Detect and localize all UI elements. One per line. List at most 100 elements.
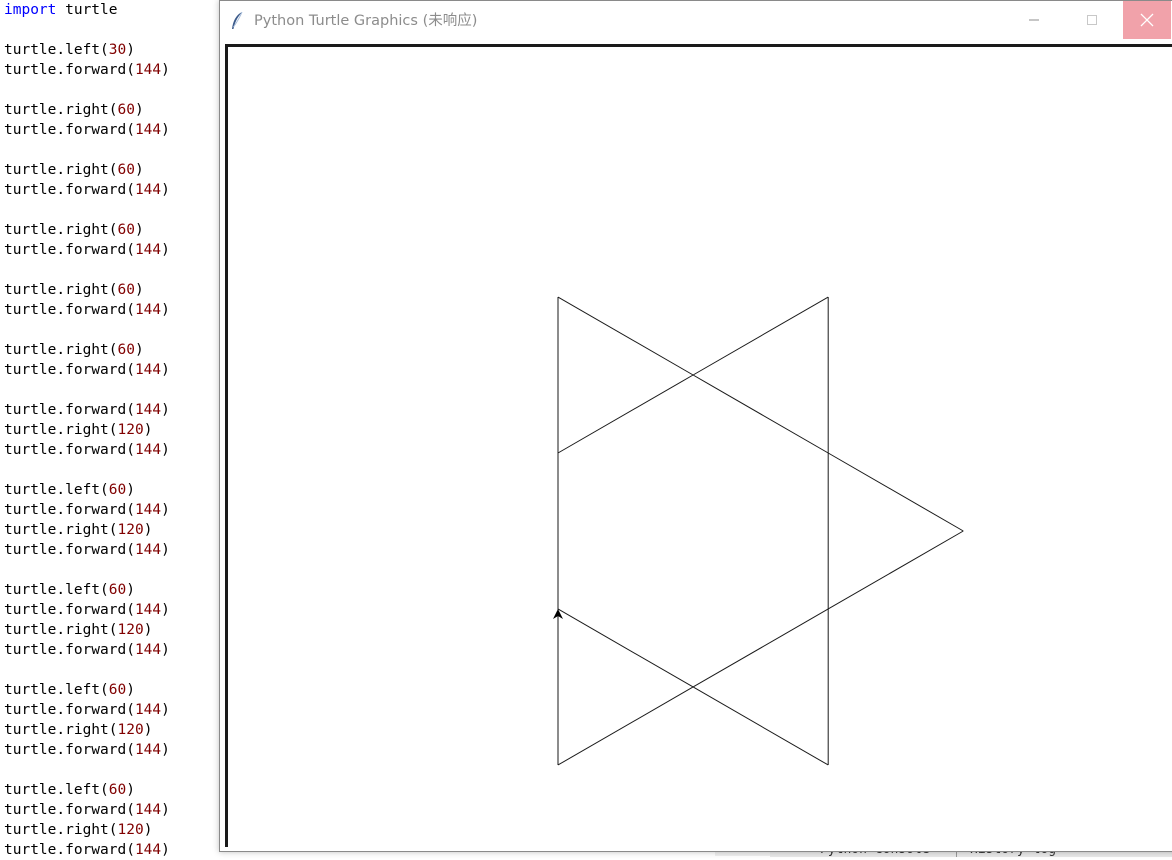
code-line: turtle.forward(144) — [4, 120, 170, 140]
code-text: ) — [161, 442, 170, 458]
code-number: 144 — [134, 702, 162, 718]
code-line: turtle.forward(144) — [4, 740, 170, 760]
code-number: 144 — [134, 362, 162, 378]
code-text: ) — [143, 822, 153, 838]
turtle-line-segment — [557, 296, 694, 376]
code-text: ) — [126, 582, 135, 598]
code-line: turtle.right(120) — [4, 820, 152, 840]
code-text: ) — [161, 122, 170, 138]
code-editor[interactable]: import turtle turtle.left(30) turtle.forwa… — [0, 0, 222, 858]
code-line: turtle.right(60) — [4, 220, 144, 240]
code-number: 60 — [108, 482, 127, 498]
turtle-line-segment — [557, 374, 694, 454]
code-line: turtle.left(30) — [4, 40, 135, 60]
maximize-button[interactable] — [1068, 1, 1116, 39]
turtle-line-segment — [827, 452, 964, 532]
code-line: turtle.left(60) — [4, 680, 135, 700]
code-number: 120 — [117, 422, 144, 438]
code-number: 60 — [108, 682, 127, 698]
code-text: turtle.forward( — [4, 602, 135, 618]
code-text: ) — [134, 222, 144, 238]
code-text: turtle.left( — [4, 782, 109, 798]
turtle-line-segment — [692, 296, 829, 376]
code-number: 144 — [134, 122, 162, 138]
code-number: 144 — [134, 642, 162, 658]
code-text: turtle.forward( — [4, 302, 135, 318]
code-number: 120 — [117, 622, 144, 638]
code-text: ) — [161, 62, 170, 78]
code-number: 144 — [134, 802, 162, 818]
code-text: ) — [134, 342, 144, 358]
code-text: ) — [143, 522, 153, 538]
code-number: 60 — [108, 782, 127, 798]
code-line: turtle.forward(144) — [4, 700, 170, 720]
code-line: turtle.forward(144) — [4, 180, 170, 200]
code-line: turtle.left(60) — [4, 780, 135, 800]
code-text: turtle.forward( — [4, 542, 135, 558]
code-text: turtle.forward( — [4, 642, 135, 658]
code-number: 60 — [108, 582, 127, 598]
code-line: turtle.forward(144) — [4, 400, 170, 420]
code-text: turtle.forward( — [4, 442, 135, 458]
code-line: turtle.right(60) — [4, 280, 144, 300]
turtle-line-segment — [827, 530, 964, 610]
turtle-graphics-window[interactable]: Python Turtle Graphics (未响应) — [219, 0, 1172, 852]
code-number: 144 — [134, 742, 162, 758]
code-text: turtle.forward( — [4, 802, 135, 818]
code-text: turtle.right( — [4, 522, 118, 538]
code-text: turtle.right( — [4, 722, 118, 738]
code-line: turtle.left(60) — [4, 580, 135, 600]
code-number: 144 — [134, 302, 162, 318]
code-text: turtle.right( — [4, 822, 118, 838]
minimize-icon — [1029, 19, 1039, 21]
code-text: ) — [161, 402, 170, 418]
feather-icon — [232, 11, 243, 29]
code-line: turtle.forward(144) — [4, 600, 170, 620]
code-number: 144 — [134, 502, 162, 518]
maximize-icon — [1087, 15, 1097, 25]
code-text: turtle.right( — [4, 282, 118, 298]
window-titlebar[interactable]: Python Turtle Graphics (未响应) — [220, 1, 1172, 41]
code-text: ) — [134, 162, 144, 178]
code-line: turtle.forward(144) — [4, 540, 170, 560]
turtle-drawing — [553, 296, 964, 766]
code-line: turtle.forward(144) — [4, 360, 170, 380]
code-text: ) — [161, 602, 170, 618]
code-number: 144 — [134, 182, 162, 198]
code-text: turtle.forward( — [4, 702, 135, 718]
code-line: turtle.forward(144) — [4, 500, 170, 520]
code-text: ) — [143, 422, 153, 438]
code-text: ) — [161, 642, 170, 658]
code-line: turtle.forward(144) — [4, 60, 170, 80]
turtle-line-segment — [692, 374, 829, 454]
code-text: ) — [161, 302, 170, 318]
code-text: turtle.left( — [4, 482, 109, 498]
minimize-button[interactable] — [1010, 1, 1058, 39]
close-button[interactable] — [1123, 1, 1171, 39]
code-line: turtle.right(120) — [4, 720, 152, 740]
code-text: turtle.forward( — [4, 502, 135, 518]
turtle-canvas-area[interactable] — [225, 44, 1172, 847]
close-icon — [1140, 13, 1154, 27]
code-number: 60 — [117, 162, 135, 178]
code-text: turtle.left( — [4, 582, 109, 598]
code-line: turtle.right(60) — [4, 340, 144, 360]
code-text: turtle — [56, 2, 118, 18]
code-text: ) — [161, 242, 170, 258]
code-text: ) — [161, 802, 170, 818]
code-number: 144 — [134, 242, 162, 258]
code-number: 120 — [117, 522, 144, 538]
code-text: turtle.left( — [4, 682, 109, 698]
code-line: turtle.left(60) — [4, 480, 135, 500]
code-text: ) — [161, 702, 170, 718]
code-line: turtle.forward(144) — [4, 300, 170, 320]
code-number: 144 — [134, 602, 162, 618]
code-number: 144 — [134, 62, 162, 78]
code-number: 30 — [108, 42, 127, 58]
code-text: turtle.forward( — [4, 182, 135, 198]
code-text: turtle.forward( — [4, 362, 135, 378]
code-text: ) — [161, 182, 170, 198]
code-text: turtle.left( — [4, 42, 109, 58]
code-text: turtle.right( — [4, 342, 118, 358]
code-text: turtle.forward( — [4, 122, 135, 138]
